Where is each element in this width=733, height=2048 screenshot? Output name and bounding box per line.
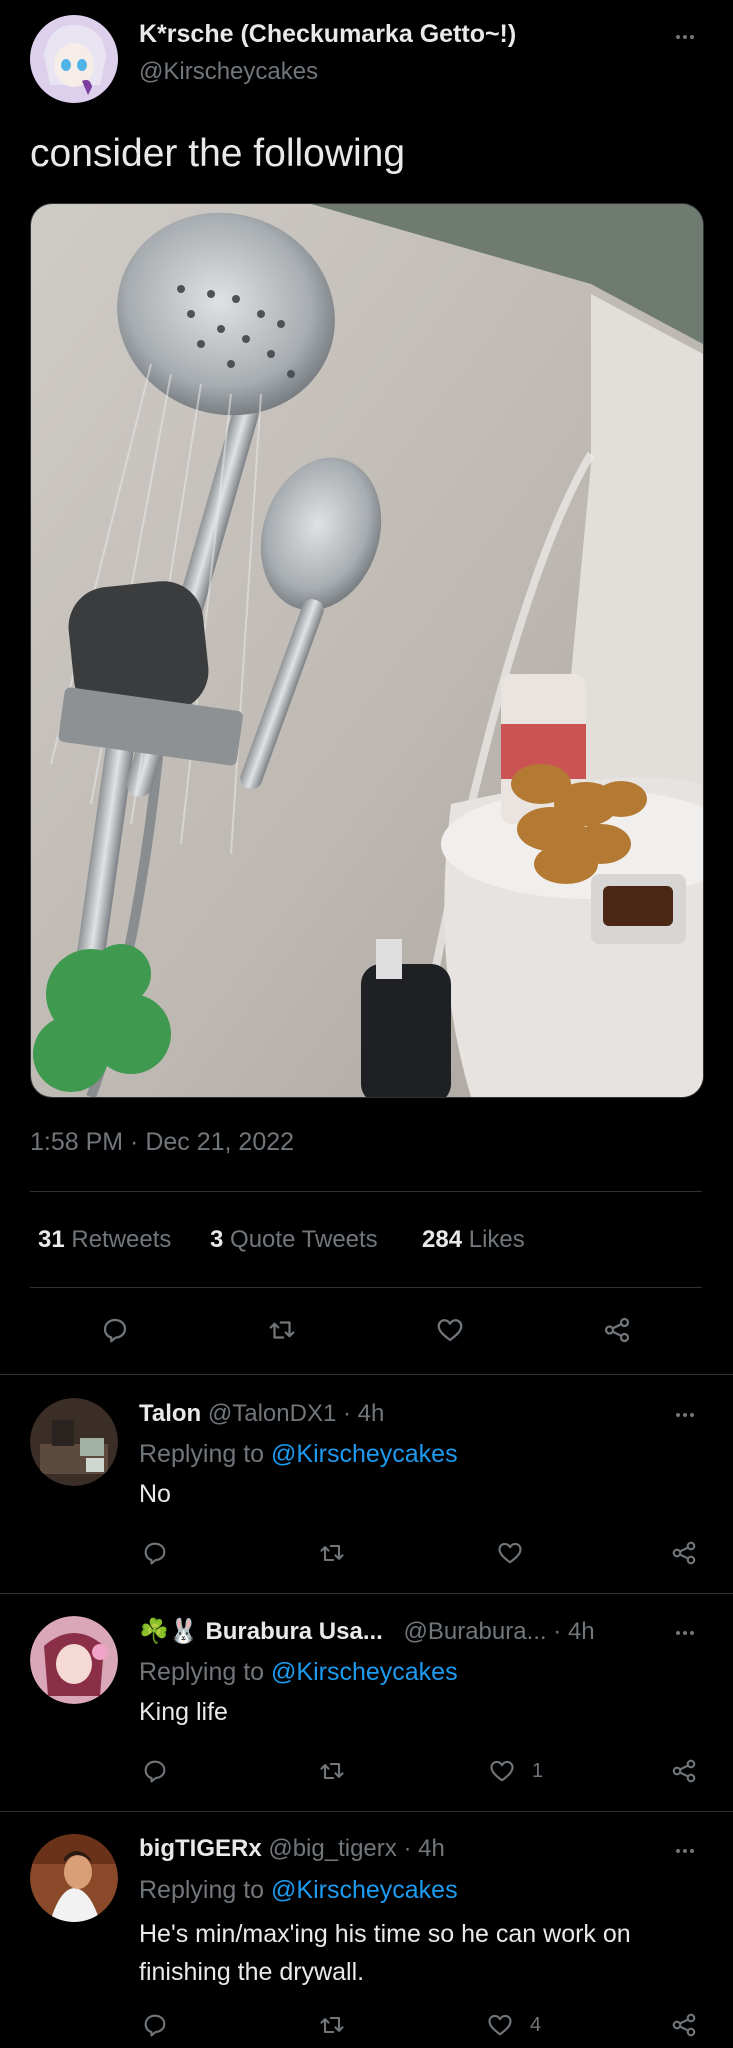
- retweet-icon: [320, 2016, 344, 2034]
- retweet-button[interactable]: [262, 1310, 302, 1350]
- reply-icon: [144, 1542, 166, 1565]
- divider: [0, 1374, 733, 1375]
- reply-icon: [144, 2014, 166, 2037]
- retweet-icon: [320, 1762, 344, 1780]
- replying-to-link[interactable]: @Kirscheycakes: [271, 1876, 458, 1904]
- replying-to: Replying to @Kirscheycakes: [139, 1658, 458, 1687]
- reply-text: He's min/max'ing his time so he can work…: [139, 1920, 631, 1986]
- share-button[interactable]: [664, 1533, 704, 1573]
- reply-text: No: [139, 1480, 171, 1508]
- more-options-icon[interactable]: [670, 22, 700, 52]
- reply-text: King life: [139, 1698, 228, 1726]
- reply-author-handle[interactable]: @Burabura...: [404, 1618, 547, 1645]
- share-icon: [672, 1759, 696, 1783]
- reply-like-count: 1: [532, 1760, 544, 1782]
- replying-to-label: Replying to: [139, 1440, 265, 1468]
- heart-icon: [498, 1542, 522, 1564]
- reply-like-count: 4: [530, 2014, 542, 2036]
- reply-icon: [103, 1318, 127, 1343]
- retweet-button[interactable]: [312, 1533, 352, 1573]
- reply-button[interactable]: [95, 1310, 135, 1350]
- retweets-label: Retweets: [71, 1226, 172, 1253]
- divider: [0, 1811, 733, 1812]
- author-avatar[interactable]: [30, 15, 118, 103]
- heart-icon: [437, 1319, 463, 1342]
- reply-time[interactable]: · 4h: [403, 1835, 444, 1862]
- heart-icon: [490, 1760, 514, 1782]
- share-icon: [672, 2013, 696, 2037]
- divider: [30, 1287, 702, 1288]
- tweet-photo[interactable]: [30, 203, 704, 1098]
- replying-to-link[interactable]: @Kirscheycakes: [271, 1658, 458, 1686]
- like-button[interactable]: [480, 2005, 520, 2045]
- retweet-icon: [320, 1544, 344, 1562]
- like-button[interactable]: [482, 1751, 522, 1791]
- retweet-button[interactable]: [312, 2005, 352, 2045]
- author-name[interactable]: K*rsche (Checkumarka Getto~!): [139, 20, 516, 49]
- reply-author-handle[interactable]: @big_tigerx: [268, 1835, 396, 1862]
- share-icon: [604, 1317, 630, 1343]
- replying-to-label: Replying to: [139, 1876, 265, 1904]
- like-button[interactable]: [490, 1533, 530, 1573]
- reply-author-handle[interactable]: @TalonDX1: [208, 1400, 336, 1427]
- quote-tweets-count: 3: [210, 1226, 224, 1253]
- reply-avatar[interactable]: [30, 1616, 118, 1704]
- replying-to-label: Replying to: [139, 1658, 265, 1686]
- retweets-stat[interactable]: 31 Retweets: [38, 1226, 171, 1254]
- more-options-icon[interactable]: [670, 1618, 700, 1648]
- quote-tweets-stat[interactable]: 3 Quote Tweets: [210, 1226, 378, 1254]
- share-button[interactable]: [664, 1751, 704, 1791]
- replying-to: Replying to @Kirscheycakes: [139, 1876, 458, 1905]
- reply-time[interactable]: · 4h: [343, 1400, 384, 1427]
- heart-icon: [488, 2014, 512, 2036]
- more-options-icon[interactable]: [670, 1400, 700, 1430]
- likes-stat[interactable]: 284 Likes: [422, 1226, 525, 1254]
- divider: [30, 1191, 702, 1192]
- author-handle[interactable]: @Kirscheycakes: [139, 58, 318, 86]
- reply-author-name[interactable]: bigTIGERx: [139, 1835, 262, 1862]
- reply-avatar[interactable]: [30, 1834, 118, 1922]
- reply-header: Talon @TalonDX1 · 4h: [139, 1400, 384, 1428]
- reply-author-name[interactable]: Talon: [139, 1400, 201, 1427]
- reply-button[interactable]: [135, 1751, 175, 1791]
- likes-label: Likes: [468, 1226, 525, 1253]
- quote-tweets-label: Quote Tweets: [230, 1226, 378, 1253]
- likes-count: 284: [422, 1226, 463, 1253]
- like-button[interactable]: [430, 1310, 470, 1350]
- share-button[interactable]: [597, 1310, 637, 1350]
- reply-header: ☘️🐰 Burabura Usa... @Burabura... · 4h: [139, 1617, 595, 1646]
- reply-time[interactable]: · 4h: [553, 1618, 594, 1645]
- reply-button[interactable]: [135, 1533, 175, 1573]
- replying-to: Replying to @Kirscheycakes: [139, 1440, 458, 1469]
- retweet-icon: [269, 1321, 295, 1339]
- reply-author-emoji: ☘️🐰: [139, 1617, 199, 1645]
- divider: [0, 1593, 733, 1594]
- retweet-button[interactable]: [312, 1751, 352, 1791]
- reply-button[interactable]: [135, 2005, 175, 2045]
- share-icon: [672, 1541, 696, 1565]
- reply-avatar[interactable]: [30, 1398, 118, 1486]
- reply-header: bigTIGERx @big_tigerx · 4h: [139, 1835, 445, 1863]
- tweet-text: consider the following: [30, 132, 406, 175]
- tweet-timestamp[interactable]: 1:58 PM · Dec 21, 2022: [30, 1128, 294, 1157]
- replying-to-link[interactable]: @Kirscheycakes: [271, 1440, 458, 1468]
- reply-author-name[interactable]: Burabura Usa...: [205, 1618, 382, 1645]
- more-options-icon[interactable]: [670, 1836, 700, 1866]
- reply-icon: [144, 1760, 166, 1783]
- share-button[interactable]: [664, 2005, 704, 2045]
- retweets-count: 31: [38, 1226, 65, 1253]
